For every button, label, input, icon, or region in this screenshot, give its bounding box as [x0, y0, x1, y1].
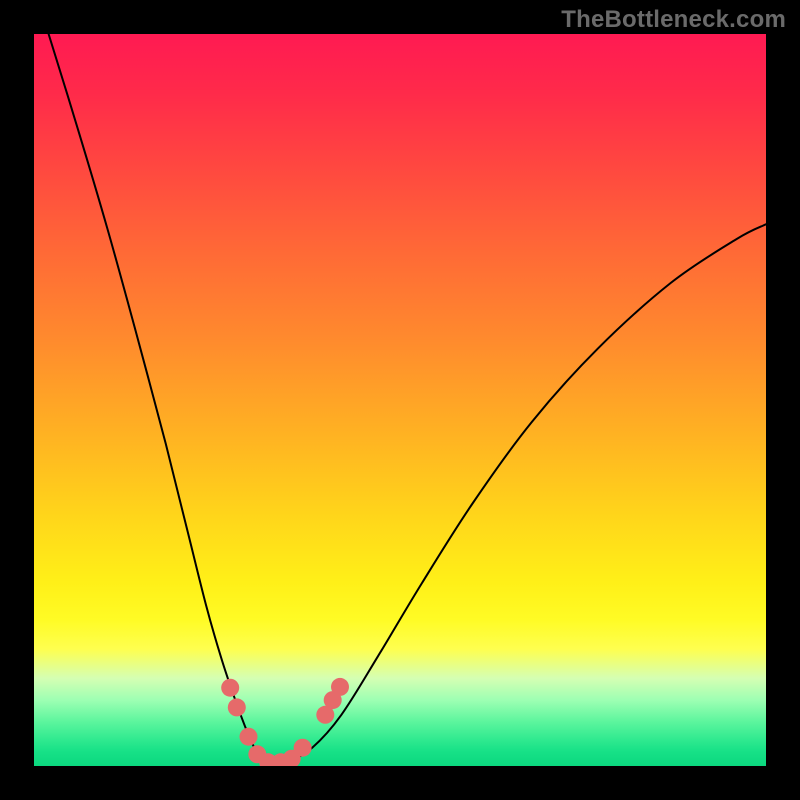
highlight-dot — [294, 739, 312, 757]
watermark-text: TheBottleneck.com — [561, 6, 786, 34]
plot-area — [34, 34, 766, 766]
highlight-dot — [240, 728, 258, 746]
curve-layer — [34, 34, 766, 766]
highlight-dot — [331, 678, 349, 696]
highlight-dots — [221, 678, 349, 766]
highlight-dot — [221, 679, 239, 697]
bottleneck-curve — [49, 34, 766, 764]
highlight-dot — [228, 698, 246, 716]
chart-container: TheBottleneck.com — [0, 0, 800, 800]
